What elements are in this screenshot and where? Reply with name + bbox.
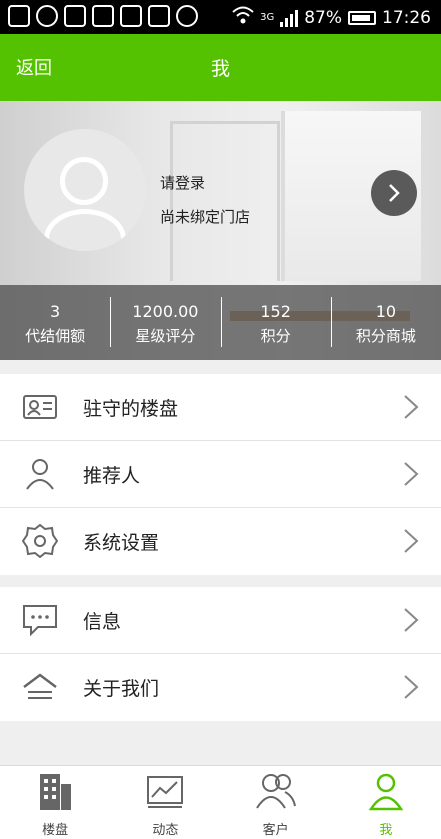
stat-rating[interactable]: 1200.00 星级评分 [110, 285, 220, 360]
title-bar: 返回 我 [0, 34, 441, 101]
menu-item-label: 驻守的楼盘 [83, 398, 179, 420]
clock: 17:26 [382, 7, 431, 28]
profile-arrow-button[interactable] [371, 170, 417, 216]
me-icon [368, 773, 404, 811]
stat-label: 积分 [260, 327, 291, 345]
chevron-right-icon [404, 529, 419, 553]
menu-item-settings[interactable]: 系统设置 [0, 508, 441, 575]
tab-label: 客户 [262, 823, 289, 838]
user-icon [60, 157, 108, 205]
image-icon [92, 5, 114, 27]
stat-value: 152 [260, 302, 291, 321]
signal-icon [280, 9, 299, 27]
status-bar: 3G 87% 17:26 [0, 0, 441, 34]
gear-icon [22, 524, 58, 558]
users-icon [255, 774, 296, 809]
message-icon [23, 605, 57, 637]
store-status: 尚未绑定门店 [160, 208, 251, 226]
background-shelf [170, 121, 280, 281]
nfc-icon [120, 5, 142, 27]
menu-item-referrer[interactable]: 推荐人 [0, 441, 441, 508]
add-notification-icon [8, 5, 30, 27]
menu-item-about[interactable]: 关于我们 [0, 654, 441, 721]
k-app-icon [36, 5, 58, 27]
stat-label: 代结佣额 [25, 327, 86, 345]
tab-label: 动态 [152, 823, 179, 838]
menu-item-messages[interactable]: 信息 [0, 587, 441, 654]
person-icon [26, 459, 54, 490]
id-card-icon [23, 395, 57, 419]
menu-item-properties[interactable]: 驻守的楼盘 [0, 374, 441, 441]
edit-icon [64, 5, 86, 27]
menu-group-1: 驻守的楼盘 推荐人 系统设置 [0, 374, 441, 575]
tab-activity[interactable]: 动态 [110, 766, 220, 839]
tab-me[interactable]: 我 [331, 766, 441, 839]
chevron-right-icon [404, 395, 419, 419]
chevron-right-icon [389, 184, 400, 202]
battery-icon [348, 10, 376, 25]
menu-item-label: 推荐人 [83, 465, 141, 487]
menu-item-label: 关于我们 [83, 678, 160, 700]
battery-percent: 87% [304, 7, 342, 28]
stat-label: 积分商城 [355, 327, 416, 345]
stat-commission[interactable]: 3 代结佣额 [0, 285, 110, 360]
notification-icons [8, 5, 198, 27]
chevron-right-icon [404, 462, 419, 486]
stat-points-mall[interactable]: 10 积分商城 [330, 285, 441, 360]
stat-value: 3 [50, 302, 61, 321]
menu-item-label: 信息 [83, 611, 122, 633]
menu-group-2: 信息 关于我们 [0, 587, 441, 721]
page-title: 我 [210, 58, 230, 80]
chevron-right-icon [404, 608, 419, 632]
menu-item-label: 系统设置 [83, 532, 160, 554]
user-body-shape [44, 209, 126, 251]
wifi-icon [232, 6, 254, 29]
tab-customers[interactable]: 客户 [221, 766, 331, 839]
network-type: 3G [260, 12, 275, 23]
chart-icon [147, 776, 184, 808]
tab-properties[interactable]: 楼盘 [0, 766, 110, 839]
stat-value: 10 [375, 302, 397, 321]
stats-bar: 3 代结佣额 1200.00 星级评分 152 积分 10 积分商城 [0, 285, 441, 360]
tab-label: 楼盘 [42, 823, 69, 838]
tab-label: 我 [379, 823, 393, 838]
vibrate-icon [148, 5, 170, 27]
stat-points[interactable]: 152 积分 [220, 285, 331, 360]
house-icon [23, 673, 57, 699]
bottom-tab-bar: 楼盘 动态 客户 我 [0, 765, 441, 839]
avatar[interactable] [24, 129, 146, 251]
alarm-icon [176, 5, 198, 27]
chevron-right-icon [404, 675, 419, 699]
system-status: 3G 87% 17:26 [232, 6, 431, 29]
stat-label: 星级评分 [135, 327, 196, 345]
stat-value: 1200.00 [132, 302, 199, 321]
login-prompt[interactable]: 请登录 [160, 172, 205, 193]
building-icon [40, 774, 72, 810]
